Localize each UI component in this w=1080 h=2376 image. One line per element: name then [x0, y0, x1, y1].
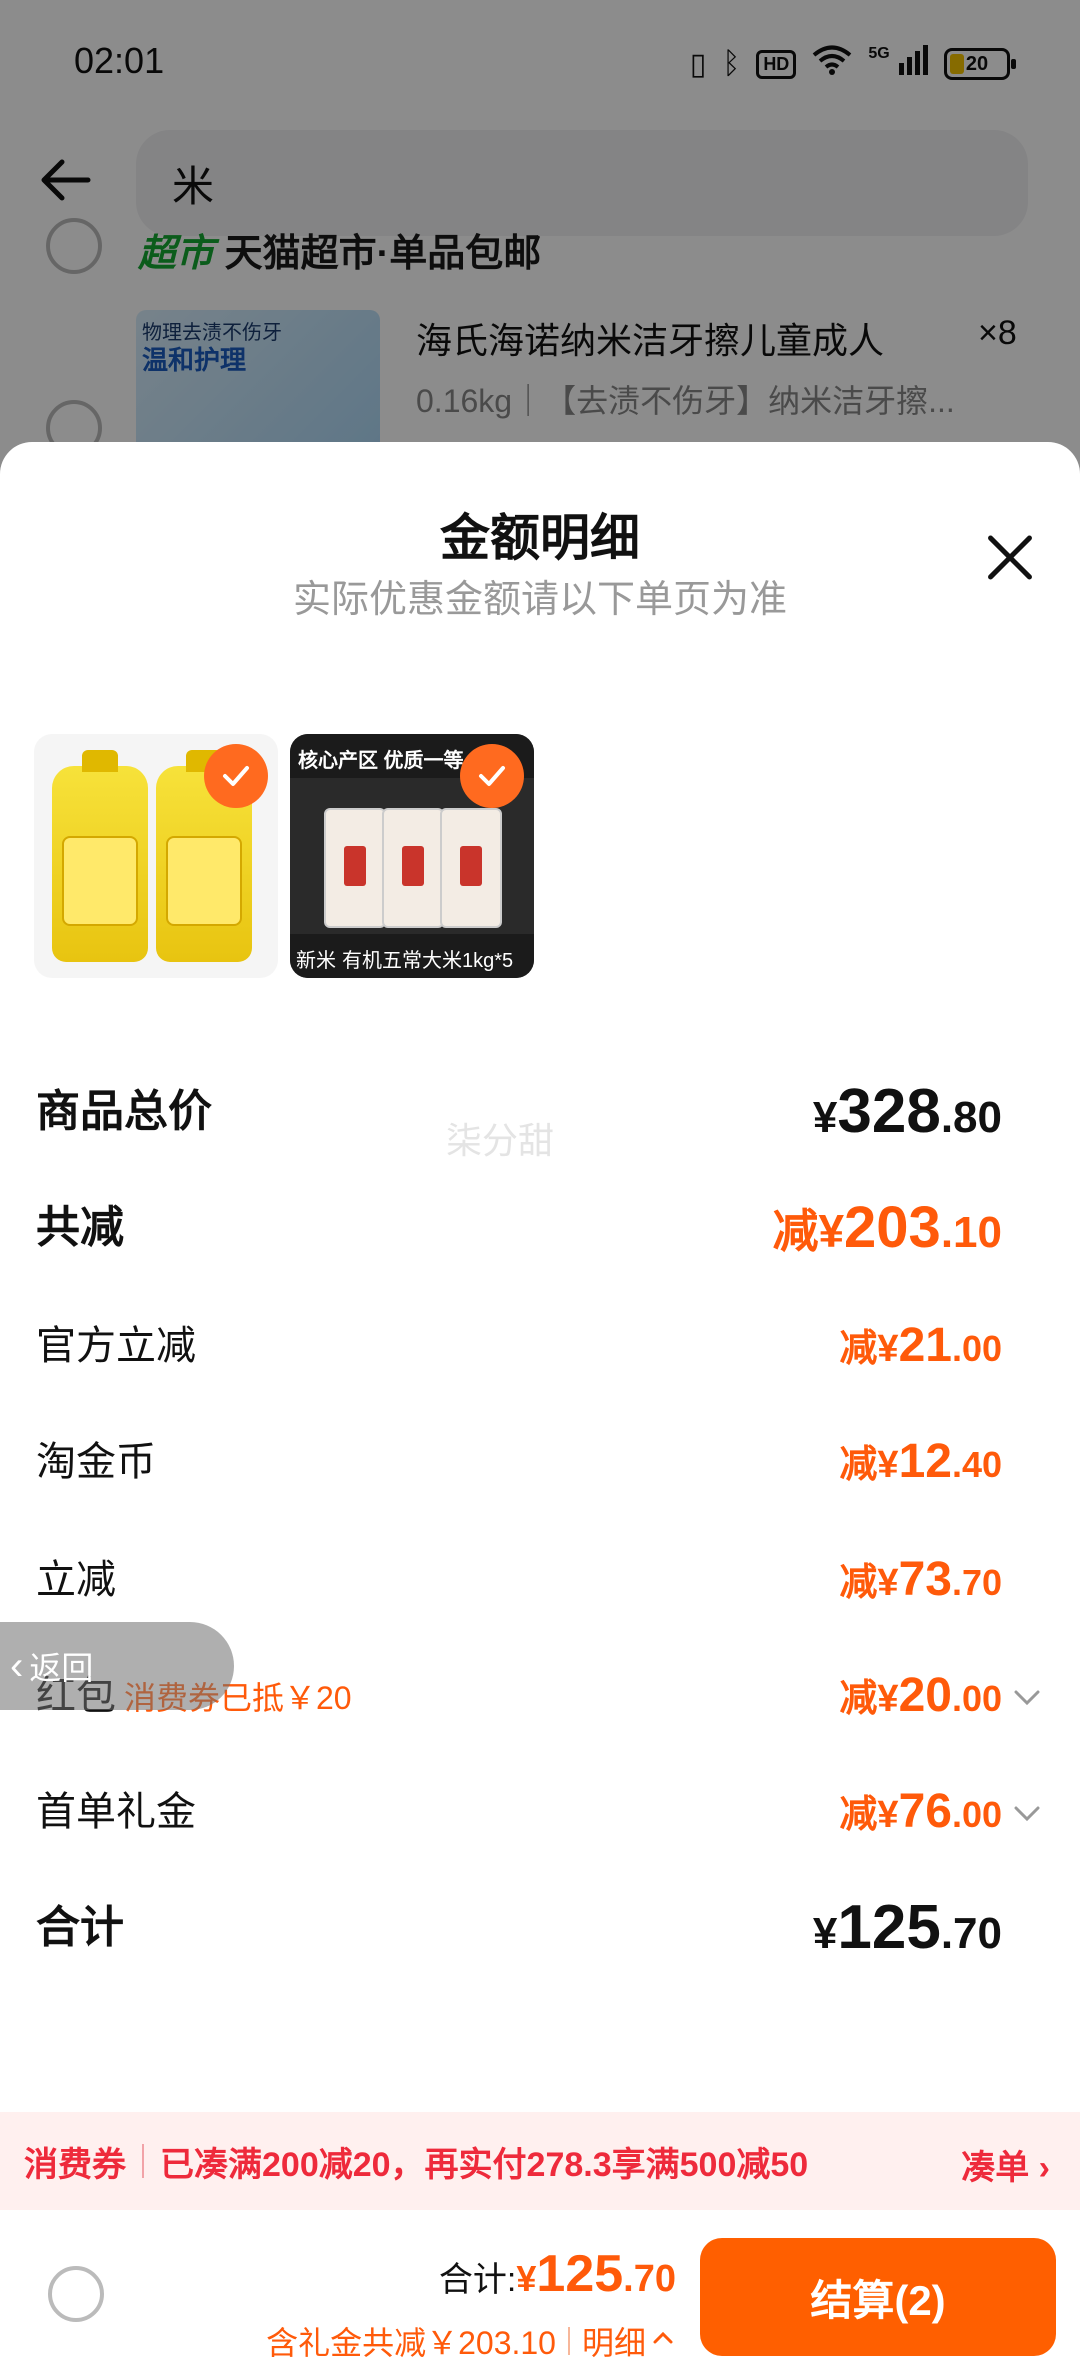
sum-value: ¥125.70	[812, 1893, 1002, 1962]
row-label: 立减	[36, 1558, 116, 1602]
total-reduce-value: 减¥203.10	[772, 1195, 1002, 1260]
checkout-button[interactable]: 结算(2)	[700, 2238, 1056, 2356]
chevron-right-icon: ›	[1038, 2149, 1050, 2187]
row-label: 共减	[36, 1203, 124, 1252]
first-order-value: 减¥76.00	[839, 1785, 1002, 1838]
rice-bag-image	[324, 808, 386, 928]
sheet-subtitle: 实际优惠金额请以下单页为准	[292, 579, 787, 621]
coupon-text: 已凑满200减20，再实付278.3享满500减50	[160, 2145, 809, 2184]
coupon-divider	[142, 2144, 144, 2178]
chevron-down-icon[interactable]	[1010, 1680, 1044, 1714]
coins-value: 减¥12.40	[839, 1435, 1002, 1488]
row-official-reduce: 官方立减 减¥21.00	[36, 1306, 1044, 1386]
check-icon	[204, 744, 268, 808]
coupon-tag: 消费券	[24, 2145, 126, 2184]
check-icon	[460, 744, 524, 808]
floating-back-button[interactable]: ‹ 返回	[0, 1622, 234, 1710]
row-label: 官方立减	[36, 1324, 196, 1368]
official-reduce-value: 减¥21.00	[839, 1319, 1002, 1372]
rice-bag-image	[440, 808, 502, 928]
goods-total-value: ¥328.80	[812, 1077, 1002, 1146]
checkout-total: 合计:¥125.70	[438, 2245, 676, 2303]
product-thumbnail-oil[interactable]	[34, 734, 278, 978]
chevron-down-icon[interactable]	[1010, 1796, 1044, 1830]
discount-text: 含礼金共减￥203.10	[266, 2325, 556, 2361]
select-all-radio[interactable]	[48, 2266, 104, 2322]
floating-back-label: 返回	[29, 1650, 94, 1686]
coupon-banner[interactable]: 消费券 已凑满200减20，再实付278.3享满500减50 凑单 ›	[0, 2112, 1080, 2210]
rice-bottom-band: 新米 有机五常大米1kg*5	[290, 934, 534, 978]
row-instant-reduce: 立减 减¥73.70	[36, 1540, 1044, 1620]
add-items-link[interactable]: 凑单 ›	[961, 2140, 1050, 2189]
detail-label[interactable]: 明细	[582, 2318, 646, 2364]
amount-detail-sheet: 金额明细 实际优惠金额请以下单页为准 核心产区 优质一等 新米 有机五常大米1kg…	[0, 442, 1080, 2376]
chevron-up-icon	[650, 2325, 676, 2358]
row-coins: 淘金币 减¥12.40	[36, 1422, 1044, 1502]
rice-bag-image	[382, 808, 444, 928]
row-label: 商品总价	[36, 1087, 212, 1136]
row-label: 合计	[36, 1903, 124, 1952]
row-sum: 合计 ¥125.70	[36, 1888, 1044, 1968]
close-icon[interactable]	[972, 520, 1048, 596]
product-thumbnail-rice[interactable]: 核心产区 优质一等 新米 有机五常大米1kg*5	[290, 734, 534, 978]
checkout-bar: 合计:¥125.70 含礼金共减￥203.10 明细 结算(2)	[0, 2210, 1080, 2376]
oil-bottle-image	[52, 750, 148, 962]
row-first-order[interactable]: 首单礼金 减¥76.00	[36, 1772, 1044, 1852]
sheet-title: 金额明细	[440, 510, 640, 566]
chevron-left-icon: ‹	[10, 1643, 24, 1688]
red-packet-value: 减¥20.00	[839, 1669, 1002, 1722]
row-total-reduce: 共减 减¥203.10	[36, 1188, 1044, 1268]
instant-reduce-value: 减¥73.70	[839, 1553, 1002, 1606]
row-label: 首单礼金	[36, 1790, 196, 1834]
discount-divider	[567, 2327, 570, 2355]
row-label: 淘金币	[36, 1440, 156, 1484]
row-goods-total: 商品总价 ¥328.80	[36, 1072, 1044, 1152]
checkout-discount[interactable]: 含礼金共减￥203.10 明细	[266, 2318, 676, 2364]
